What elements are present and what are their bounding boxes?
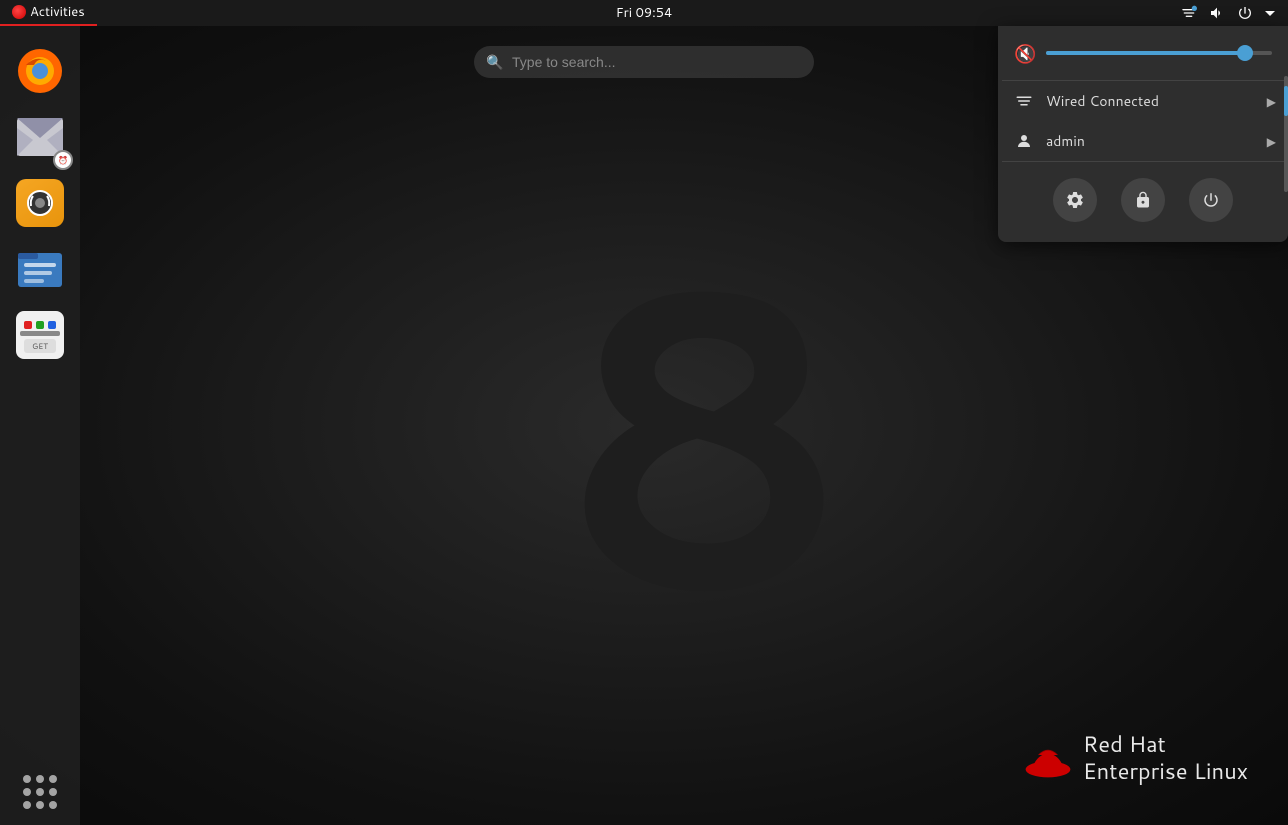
dot xyxy=(23,801,31,809)
user-arrow-icon: ▶ xyxy=(1267,133,1276,150)
power-tray-icon[interactable] xyxy=(1232,0,1258,26)
dot xyxy=(36,788,44,796)
clock-display: Fri 09:54 xyxy=(616,4,673,22)
volume-filled xyxy=(1046,51,1245,55)
redhat-hat-icon xyxy=(1023,739,1073,779)
lock-button[interactable] xyxy=(1121,178,1165,222)
dock: ⏰ GET xyxy=(0,26,80,825)
show-apps-button[interactable] xyxy=(23,759,57,809)
dot xyxy=(36,801,44,809)
dot xyxy=(49,788,57,796)
volume-knob xyxy=(1237,45,1253,61)
wired-connected-item[interactable]: Wired Connected ▶ xyxy=(998,81,1288,121)
user-item[interactable]: admin ▶ xyxy=(998,121,1288,161)
dot xyxy=(49,801,57,809)
dock-app-firefox[interactable] xyxy=(11,42,69,100)
user-icon xyxy=(1014,131,1034,151)
tray-arrow-icon[interactable] xyxy=(1260,0,1280,26)
dock-app-files[interactable] xyxy=(11,240,69,298)
rhel-logo-icon xyxy=(12,5,26,19)
network-icon xyxy=(1014,91,1034,111)
system-menu-panel: 🔇 Wired Connected ▶ admin ▶ xyxy=(998,26,1288,242)
redhat-text: Red Hat Enterprise Linux xyxy=(1083,732,1248,785)
topbar: Activities Fri 09:54 xyxy=(0,0,1288,26)
search-input[interactable] xyxy=(474,46,814,78)
dot xyxy=(23,788,31,796)
dot xyxy=(49,775,57,783)
activities-label: Activities xyxy=(30,3,85,21)
svg-text:GET: GET xyxy=(32,340,48,352)
settings-button[interactable] xyxy=(1053,178,1097,222)
dock-app-software[interactable]: GET xyxy=(11,306,69,364)
search-icon: 🔍 xyxy=(486,52,503,72)
dot xyxy=(36,775,44,783)
system-tray xyxy=(1176,0,1288,26)
search-bar: 🔍 xyxy=(474,46,814,78)
dock-app-rhythmbox[interactable] xyxy=(11,174,69,232)
mail-clock-badge: ⏰ xyxy=(53,150,73,170)
menu-scrollbar xyxy=(1284,76,1288,192)
rhythmbox-icon xyxy=(16,179,64,227)
redhat-logo: Red Hat Enterprise Linux xyxy=(1023,732,1248,785)
volume-tray-icon[interactable] xyxy=(1204,0,1230,26)
wired-arrow-icon: ▶ xyxy=(1267,93,1276,110)
volume-slider[interactable] xyxy=(1046,51,1272,55)
rhel-version-logo: 8 xyxy=(554,216,854,636)
volume-row: 🔇 xyxy=(998,26,1288,80)
network-tray-icon[interactable] xyxy=(1176,0,1202,26)
power-button[interactable] xyxy=(1189,178,1233,222)
menu-buttons-row xyxy=(998,162,1288,226)
volume-mute-icon: 🔇 xyxy=(1014,40,1036,66)
dock-app-mail[interactable]: ⏰ xyxy=(11,108,69,166)
activities-button[interactable]: Activities xyxy=(0,0,97,26)
menu-scrollbar-thumb xyxy=(1284,86,1288,116)
dot xyxy=(23,775,31,783)
wired-label: Wired Connected xyxy=(1046,91,1159,111)
user-label: admin xyxy=(1046,131,1085,151)
